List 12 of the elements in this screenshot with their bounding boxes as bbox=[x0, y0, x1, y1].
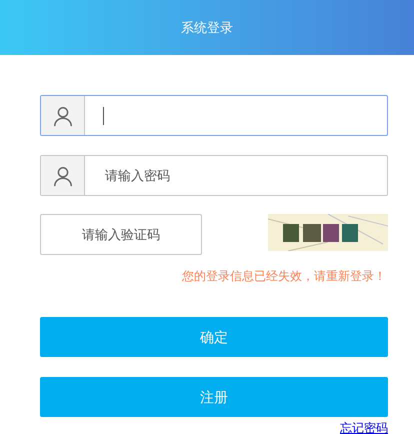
text-cursor-icon bbox=[103, 106, 104, 124]
captcha-field[interactable]: 请输入验证码 bbox=[40, 214, 202, 255]
register-button[interactable]: 注册 bbox=[40, 377, 388, 417]
error-message: 您的登录信息已经失效，请重新登录！ bbox=[182, 268, 386, 285]
text-input[interactable]: 请输入密码 bbox=[105, 166, 387, 186]
input-field[interactable] bbox=[40, 95, 388, 136]
forgot-password-link[interactable]: 忘记密码 bbox=[340, 419, 388, 434]
user-icon bbox=[52, 104, 74, 126]
header-title: 系统登录 bbox=[181, 18, 233, 37]
user-icon bbox=[52, 164, 74, 186]
input-field[interactable]: 请输入密码 bbox=[40, 155, 388, 196]
confirm-button[interactable]: 确定 bbox=[40, 317, 388, 357]
